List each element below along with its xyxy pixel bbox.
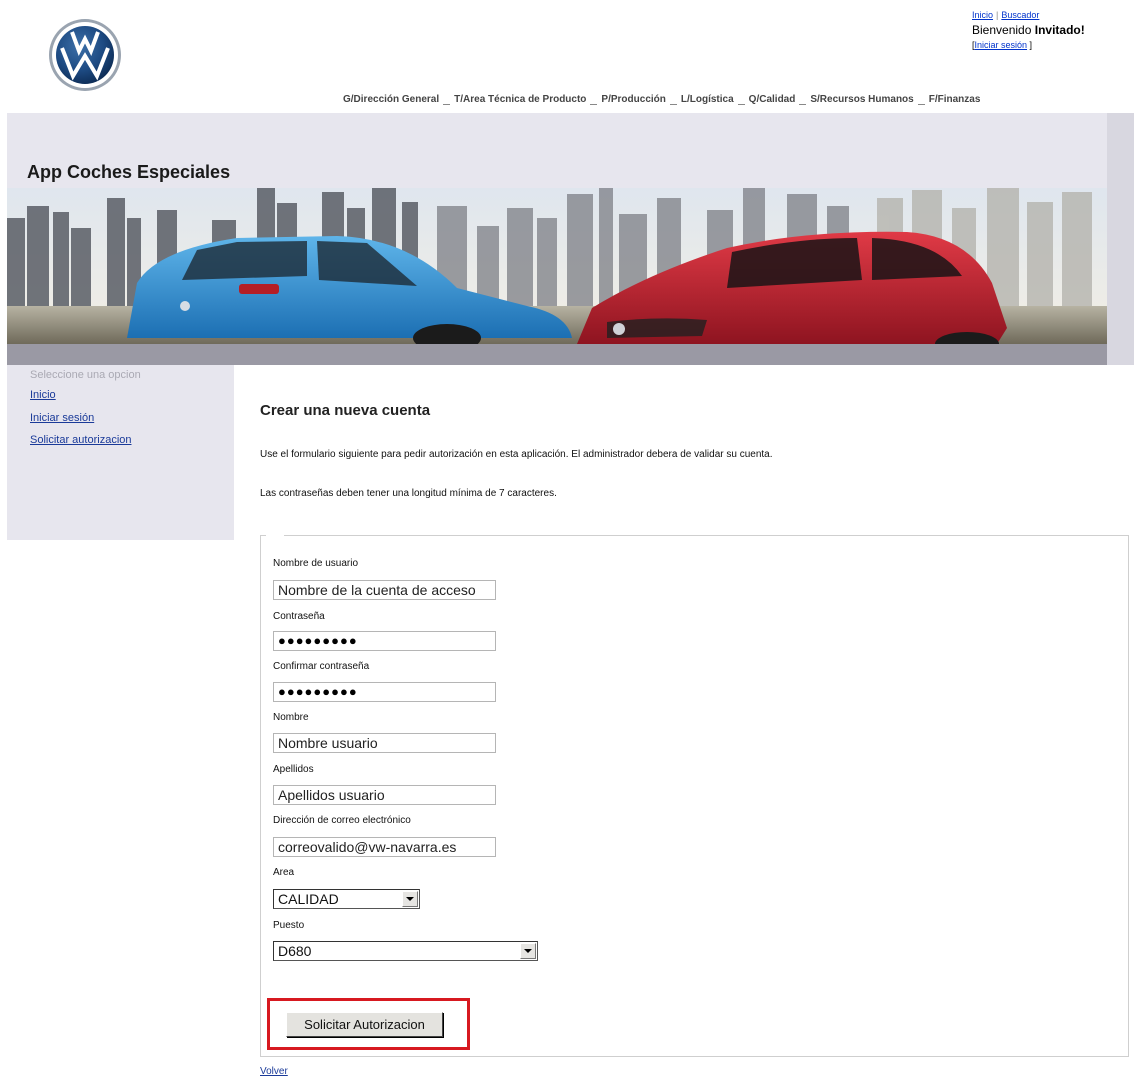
password-requirement-text: Las contraseñas deben tener una longitud… (260, 488, 557, 499)
header-login-link[interactable]: Iniciar sesión (975, 40, 1028, 50)
nav-item-calidad[interactable]: Q/Calidad (749, 94, 796, 105)
nav-item-recursos-humanos[interactable]: S/Recursos Humanos (810, 94, 913, 105)
sidebar-link-iniciar-sesion[interactable]: Iniciar sesión (30, 412, 94, 424)
top-link-buscador[interactable]: Buscador (1001, 10, 1039, 20)
area-label: Area (273, 867, 295, 878)
banner-cars-image (7, 188, 1107, 344)
nav-item-direccion-general[interactable]: G/Dirección General (343, 94, 439, 105)
login-line: [Iniciar sesión ] (972, 40, 1032, 51)
surname-input[interactable] (273, 785, 496, 805)
sidebar-link-inicio[interactable]: Inicio (30, 389, 56, 401)
top-navigation: G/Dirección General T/Area Técnica de Pro… (343, 94, 980, 105)
email-label: Dirección de correo electrónico (273, 815, 411, 826)
welcome-message: Bienvenido Invitado! (972, 23, 1085, 37)
nav-separator (590, 96, 598, 105)
nav-item-logistica[interactable]: L/Logística (681, 94, 734, 105)
login-bracket-close: ] (1027, 40, 1033, 50)
sidebar-heading: Seleccione una opcion (30, 369, 141, 381)
nav-item-finanzas[interactable]: F/Finanzas (929, 94, 981, 105)
top-links: Inicio | Buscador (972, 10, 1039, 21)
welcome-user: Invitado! (1034, 23, 1085, 37)
name-input[interactable] (273, 733, 496, 753)
nav-separator (669, 96, 677, 105)
area-select-value: CALIDAD (278, 891, 339, 907)
nav-item-produccion[interactable]: P/Producción (601, 94, 665, 105)
password-input[interactable]: ●●●●●●●●● (273, 631, 496, 651)
welcome-text: Bienvenido (972, 23, 1032, 37)
nav-separator (799, 96, 807, 105)
top-links-separator: | (996, 10, 999, 20)
back-link[interactable]: Volver (260, 1066, 288, 1077)
chevron-down-icon[interactable] (520, 943, 536, 959)
nav-separator (443, 96, 451, 105)
banner-right-strip (1107, 113, 1134, 365)
request-authorization-button[interactable]: Solicitar Autorizacion (286, 1012, 443, 1037)
name-label: Nombre (273, 712, 309, 723)
position-label: Puesto (273, 920, 305, 931)
area-select[interactable]: CALIDAD (273, 889, 420, 909)
email-input[interactable] (273, 837, 496, 857)
intro-text: Use el formulario siguiente para pedir a… (260, 449, 773, 460)
sidebar-link-solicitar-autorizacion[interactable]: Solicitar autorizacion (30, 434, 132, 446)
position-select[interactable]: D680 (273, 941, 538, 961)
banner-bottom-bar (7, 344, 1107, 365)
confirm-password-input[interactable]: ●●●●●●●●● (273, 682, 496, 702)
page-title: Crear una nueva cuenta (260, 402, 431, 419)
username-label: Nombre de usuario (273, 558, 359, 569)
top-link-inicio[interactable]: Inicio (972, 10, 993, 20)
volkswagen-logo[interactable] (48, 18, 122, 92)
position-select-value: D680 (278, 943, 312, 959)
nav-item-area-tecnica[interactable]: T/Area Técnica de Producto (454, 94, 586, 105)
app-title: App Coches Especiales (27, 162, 231, 182)
nav-separator (917, 96, 925, 105)
fieldset-legend-gap (266, 531, 284, 539)
nav-separator (737, 96, 745, 105)
confirm-password-label: Confirmar contraseña (273, 661, 370, 672)
chevron-down-icon[interactable] (402, 891, 418, 907)
password-label: Contraseña (273, 611, 325, 622)
surname-label: Apellidos (273, 764, 314, 775)
username-input[interactable] (273, 580, 496, 600)
